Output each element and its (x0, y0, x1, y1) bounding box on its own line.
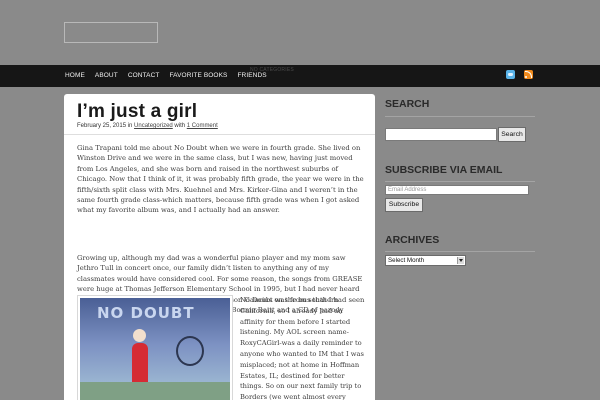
archives-divider (385, 251, 535, 252)
subscribe-divider (385, 181, 535, 182)
search-input[interactable] (385, 128, 497, 141)
twitter-icon[interactable] (506, 70, 515, 79)
post-category-link[interactable]: Uncategorized (134, 123, 173, 129)
site-logo-box[interactable] (64, 22, 158, 43)
archives-selected-value: Select Month (388, 257, 425, 264)
rss-icon[interactable] (524, 70, 533, 79)
tree-shape (176, 336, 204, 366)
search-button[interactable]: Search (498, 127, 526, 142)
album-title-text: NO DOUBT (97, 304, 195, 322)
post-in-text: in (127, 123, 133, 129)
subscribe-button[interactable]: Subscribe (385, 198, 423, 212)
post-comments-link[interactable]: 1 Comment (187, 123, 218, 129)
post-paragraph: Gina Trapani told me about No Doubt when… (77, 144, 364, 215)
nav-item-contact[interactable]: CONTACT (123, 65, 165, 87)
post-with-text: with (174, 123, 186, 129)
post-content: I’m just a girl February 25, 2015 in Unc… (64, 94, 375, 400)
subscribe-heading: SUBSCRIBE VIA EMAIL (385, 164, 503, 176)
social-icons (506, 70, 533, 79)
main-navbar: HOME ABOUT CONTACT FAVORITE BOOKS FRIEND… (0, 65, 600, 87)
archives-heading: ARCHIVES (385, 234, 440, 246)
post-meta: February 25, 2015 in Uncategorized with … (77, 123, 218, 129)
post-divider (64, 134, 375, 135)
nav-item-favorite-books[interactable]: FAVORITE BOOKS (164, 65, 232, 87)
post-paragraph: No Doubt was from southern California, s… (240, 296, 364, 400)
archives-select[interactable]: Select Month (385, 255, 466, 266)
email-input[interactable]: Email Address (385, 185, 529, 195)
ground-shape (80, 382, 230, 400)
search-heading: SEARCH (385, 98, 430, 110)
search-divider (385, 116, 535, 117)
post-title[interactable]: I’m just a girl (77, 101, 197, 123)
nav-item-about[interactable]: ABOUT (90, 65, 123, 87)
nav-menu: HOME ABOUT CONTACT FAVORITE BOOKS FRIEND… (60, 65, 272, 87)
nav-item-home[interactable]: HOME (60, 65, 90, 87)
chevron-down-icon[interactable] (457, 257, 464, 264)
album-cover-image: NO DOUBT (77, 295, 233, 400)
album-art: NO DOUBT (80, 298, 230, 400)
singer-head (133, 329, 146, 342)
nav-categories-text: NO CATEGORIES (250, 67, 294, 73)
post-date: February 25, 2015 (77, 123, 127, 129)
